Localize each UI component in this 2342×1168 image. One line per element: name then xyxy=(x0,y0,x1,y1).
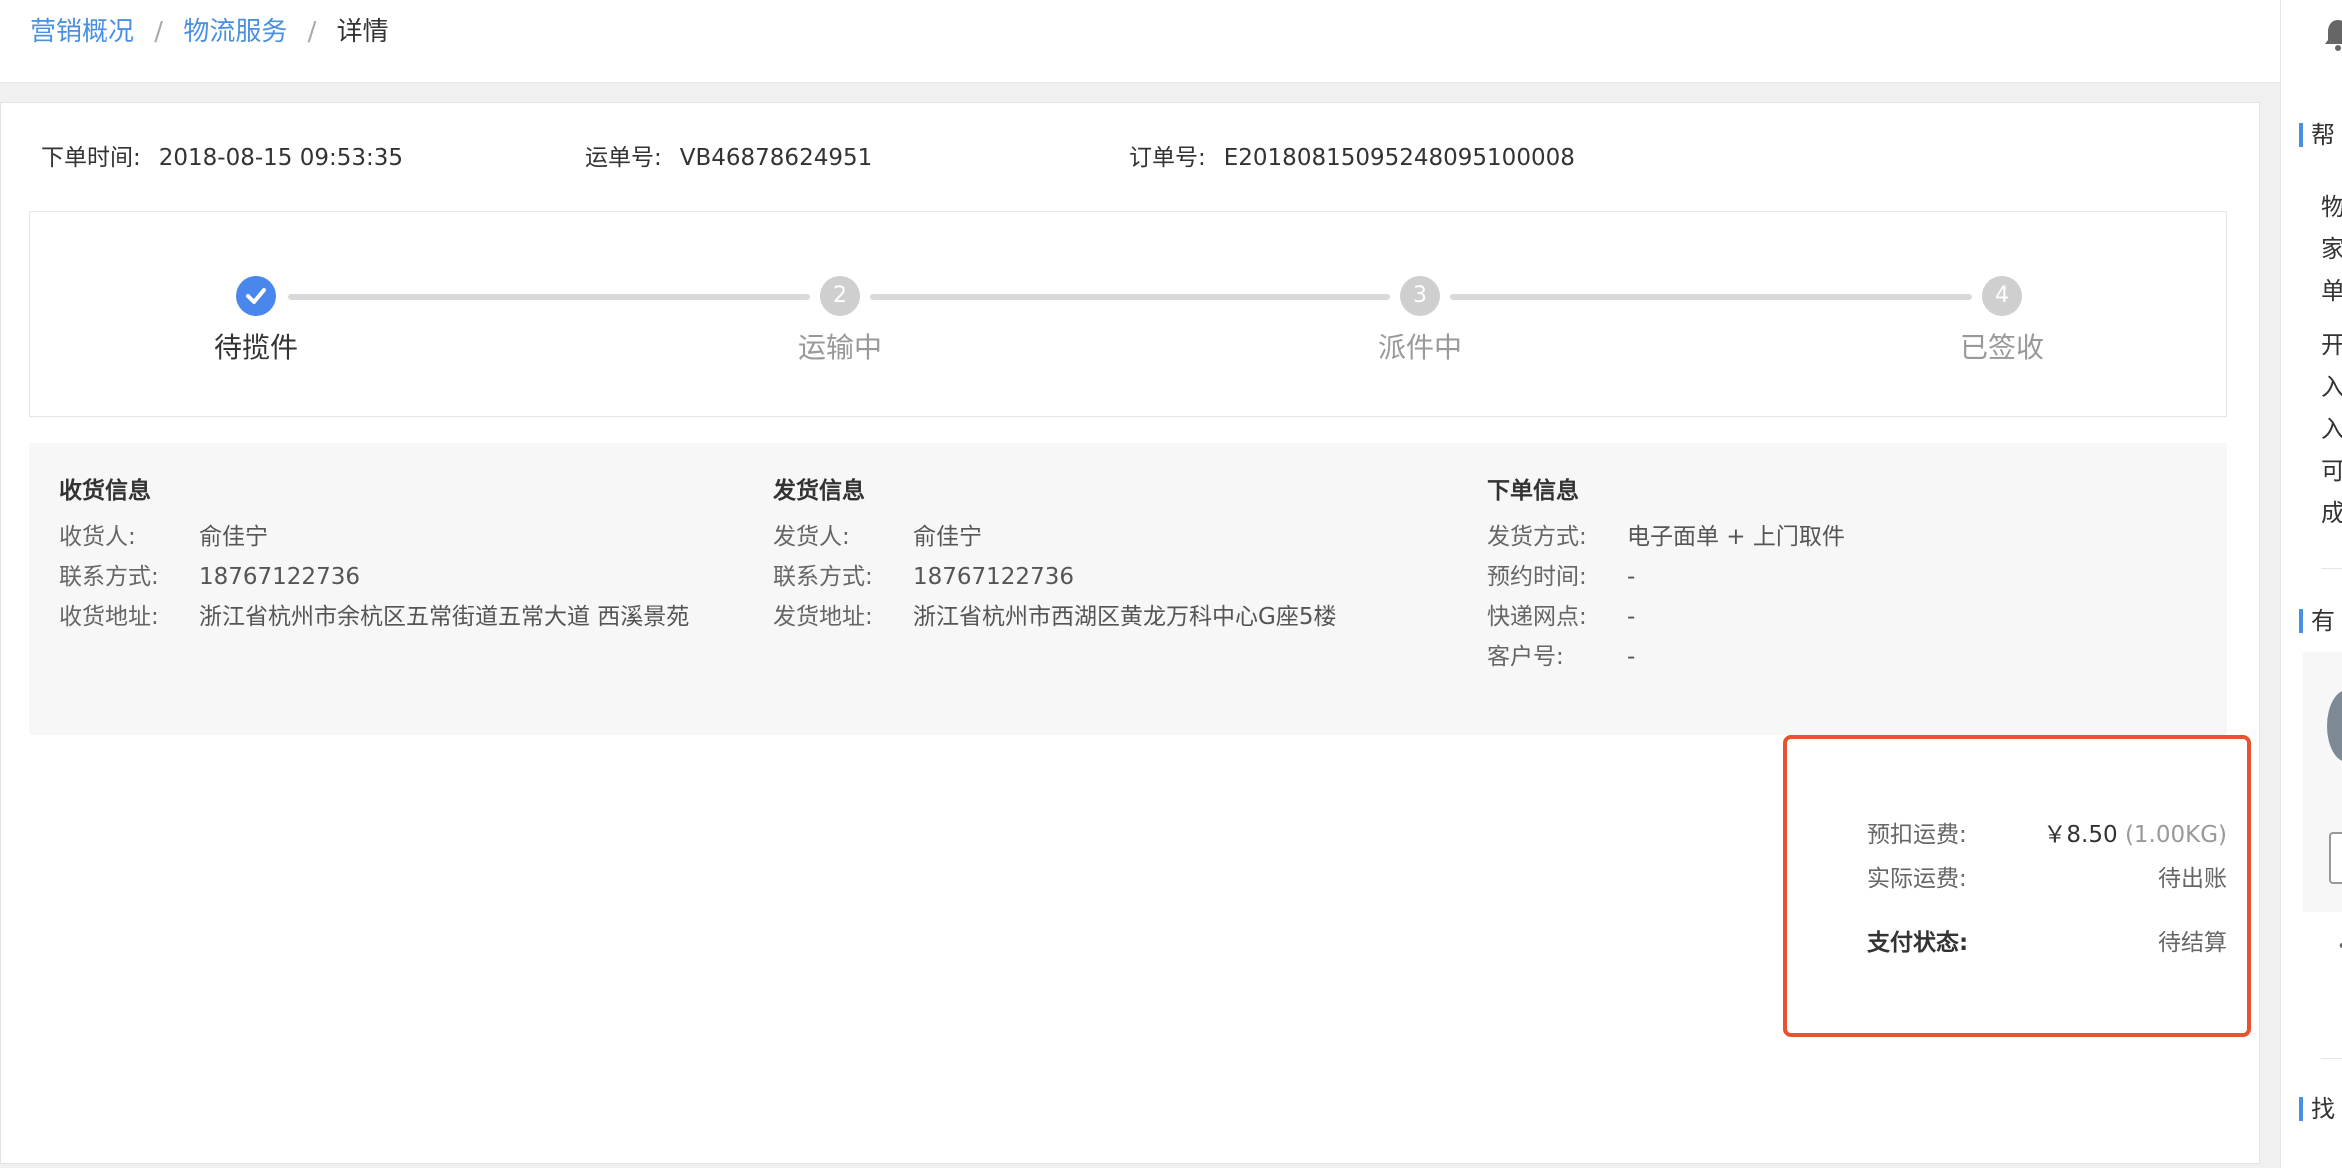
step-number-2: 2 xyxy=(820,276,860,316)
breadcrumb: 营销概况 / 物流服务 / 详情 xyxy=(30,12,389,52)
prepaid-fee-amount: ￥8.50 xyxy=(2043,822,2118,848)
info-value: - xyxy=(1627,644,1636,670)
breadcrumb-separator: / xyxy=(307,17,317,47)
help-section-title: 找 xyxy=(2299,1094,2335,1124)
step-label-awaiting-pickup: 待揽件 xyxy=(213,331,298,364)
order-number-value: E20180815095248095100008 xyxy=(1223,145,1575,171)
step-connector xyxy=(288,294,810,300)
info-key: 收货人: xyxy=(59,524,136,550)
info-key: 客户号: xyxy=(1487,644,1564,670)
sender-info-title: 发货信息 xyxy=(773,478,865,504)
order-number: 订单号: E20180815095248095100008 xyxy=(1129,141,1575,175)
step-label-out-for-delivery: 派件中 xyxy=(1377,331,1462,364)
waybill-value: VB46878624951 xyxy=(679,145,873,171)
step-label-in-transit: 运输中 xyxy=(797,331,882,364)
order-time: 下单时间: 2018-08-15 09:53:35 xyxy=(41,141,403,175)
help-text: 物 xyxy=(2321,192,2342,222)
help-text: 开 xyxy=(2321,330,2342,360)
freight-fee-box: 预扣运费: ￥8.50 (1.00KG) 实际运费: 待出账 支付状态: 待结算 xyxy=(1783,735,2251,1037)
payment-status-value: 待结算 xyxy=(2158,930,2227,956)
help-contact-button[interactable] xyxy=(2329,832,2342,884)
waybill-number: 运单号: VB46878624951 xyxy=(585,141,872,175)
receiver-info-title: 收货信息 xyxy=(59,478,151,504)
info-row: 客户号: - xyxy=(1487,637,1845,677)
order-number-label: 订单号: xyxy=(1129,145,1206,171)
order-info: 下单信息 发货方式: 电子面单 + 上门取件 预约时间: - 快递网点: - 客户号:… xyxy=(1487,473,1845,677)
order-time-value: 2018-08-15 09:53:35 xyxy=(158,145,404,171)
payment-status-label: 支付状态: xyxy=(1867,930,1969,956)
step-number-4: 4 xyxy=(1982,276,2022,316)
info-value: - xyxy=(1627,564,1636,590)
help-section-title: 帮 xyxy=(2299,120,2335,150)
info-key: 预约时间: xyxy=(1487,564,1587,590)
actual-fee-value: 待出账 xyxy=(2158,866,2227,892)
info-row: 发货人: 俞佳宁 xyxy=(773,517,1336,557)
help-dot-icon: • xyxy=(2337,936,2342,957)
shipment-info-section: 收货信息 收货人: 俞佳宁 联系方式: 18767122736 收货地址: 浙江省杭州… xyxy=(29,443,2227,735)
info-key: 联系方式: xyxy=(773,564,873,590)
order-detail-card: 下单时间: 2018-08-15 09:53:35 运单号: VB468786249… xyxy=(0,102,2260,1164)
waybill-label: 运单号: xyxy=(585,145,662,171)
step-connector xyxy=(870,294,1390,300)
prepaid-fee-value: ￥8.50 (1.00KG) xyxy=(2043,815,2227,855)
info-value: 18767122736 xyxy=(199,564,360,590)
info-row: 收货地址: 浙江省杭州市余杭区五常街道五常大道 西溪景苑 xyxy=(59,597,689,637)
info-row: 联系方式: 18767122736 xyxy=(773,557,1336,597)
help-section-title: 有 xyxy=(2299,606,2335,636)
help-text: 单 xyxy=(2321,276,2342,306)
check-icon xyxy=(236,276,276,316)
actual-fee-label: 实际运费: xyxy=(1867,866,1967,892)
info-key: 收货地址: xyxy=(59,604,159,630)
shipment-progress-steps: 2 3 4 待揽件 运输中 派件中 已签收 xyxy=(29,211,2227,417)
prepaid-fee-label: 预扣运费: xyxy=(1867,822,1967,848)
info-value: 浙江省杭州市西湖区黄龙万科中心G座5楼 xyxy=(913,604,1337,630)
help-text: 成 xyxy=(2321,498,2342,528)
step-label-signed: 已签收 xyxy=(1959,331,2044,364)
step-number-3: 3 xyxy=(1400,276,1440,316)
info-row: 收货人: 俞佳宁 xyxy=(59,517,689,557)
help-side-panel: 帮 物 家 单 开 入 入 可 成 有 • 找 xyxy=(2280,0,2342,1168)
order-time-label: 下单时间: xyxy=(41,145,141,171)
breadcrumb-item-logistics-service[interactable]: 物流服务 xyxy=(183,17,287,47)
breadcrumb-item-marketing-overview[interactable]: 营销概况 xyxy=(30,17,134,47)
info-value: 浙江省杭州市余杭区五常街道五常大道 西溪景苑 xyxy=(199,604,690,630)
sender-info: 发货信息 发货人: 俞佳宁 联系方式: 18767122736 发货地址: 浙江省杭州… xyxy=(773,473,1336,637)
info-key: 发货方式: xyxy=(1487,524,1587,550)
help-text: 入 xyxy=(2321,414,2342,444)
step-connector xyxy=(1450,294,1972,300)
breadcrumb-separator: / xyxy=(154,17,164,47)
info-value: 电子面单 + 上门取件 xyxy=(1627,524,1845,550)
help-divider xyxy=(2321,1058,2342,1059)
bell-icon[interactable] xyxy=(2323,18,2342,52)
top-header: 营销概况 / 物流服务 / 详情 xyxy=(0,0,2280,83)
info-row: 发货地址: 浙江省杭州市西湖区黄龙万科中心G座5楼 xyxy=(773,597,1336,637)
info-value: 18767122736 xyxy=(913,564,1074,590)
info-row: 快递网点: - xyxy=(1487,597,1845,637)
info-key: 快递网点: xyxy=(1487,604,1587,630)
info-value: 俞佳宁 xyxy=(913,524,982,550)
info-row: 联系方式: 18767122736 xyxy=(59,557,689,597)
breadcrumb-current: 详情 xyxy=(336,17,389,47)
info-row: 发货方式: 电子面单 + 上门取件 xyxy=(1487,517,1845,557)
info-key: 发货人: xyxy=(773,524,850,550)
info-value: 俞佳宁 xyxy=(199,524,268,550)
help-divider xyxy=(2321,568,2342,569)
receiver-info: 收货信息 收货人: 俞佳宁 联系方式: 18767122736 收货地址: 浙江省杭州… xyxy=(59,473,689,637)
info-key: 发货地址: xyxy=(773,604,873,630)
info-value: - xyxy=(1627,604,1636,630)
help-text: 家 xyxy=(2321,234,2342,264)
info-row: 预约时间: - xyxy=(1487,557,1845,597)
prepaid-fee-weight: (1.00KG) xyxy=(2124,822,2227,848)
info-key: 联系方式: xyxy=(59,564,159,590)
help-text: 可 xyxy=(2321,456,2342,486)
order-info-title: 下单信息 xyxy=(1487,478,1579,504)
help-text: 入 xyxy=(2321,372,2342,402)
